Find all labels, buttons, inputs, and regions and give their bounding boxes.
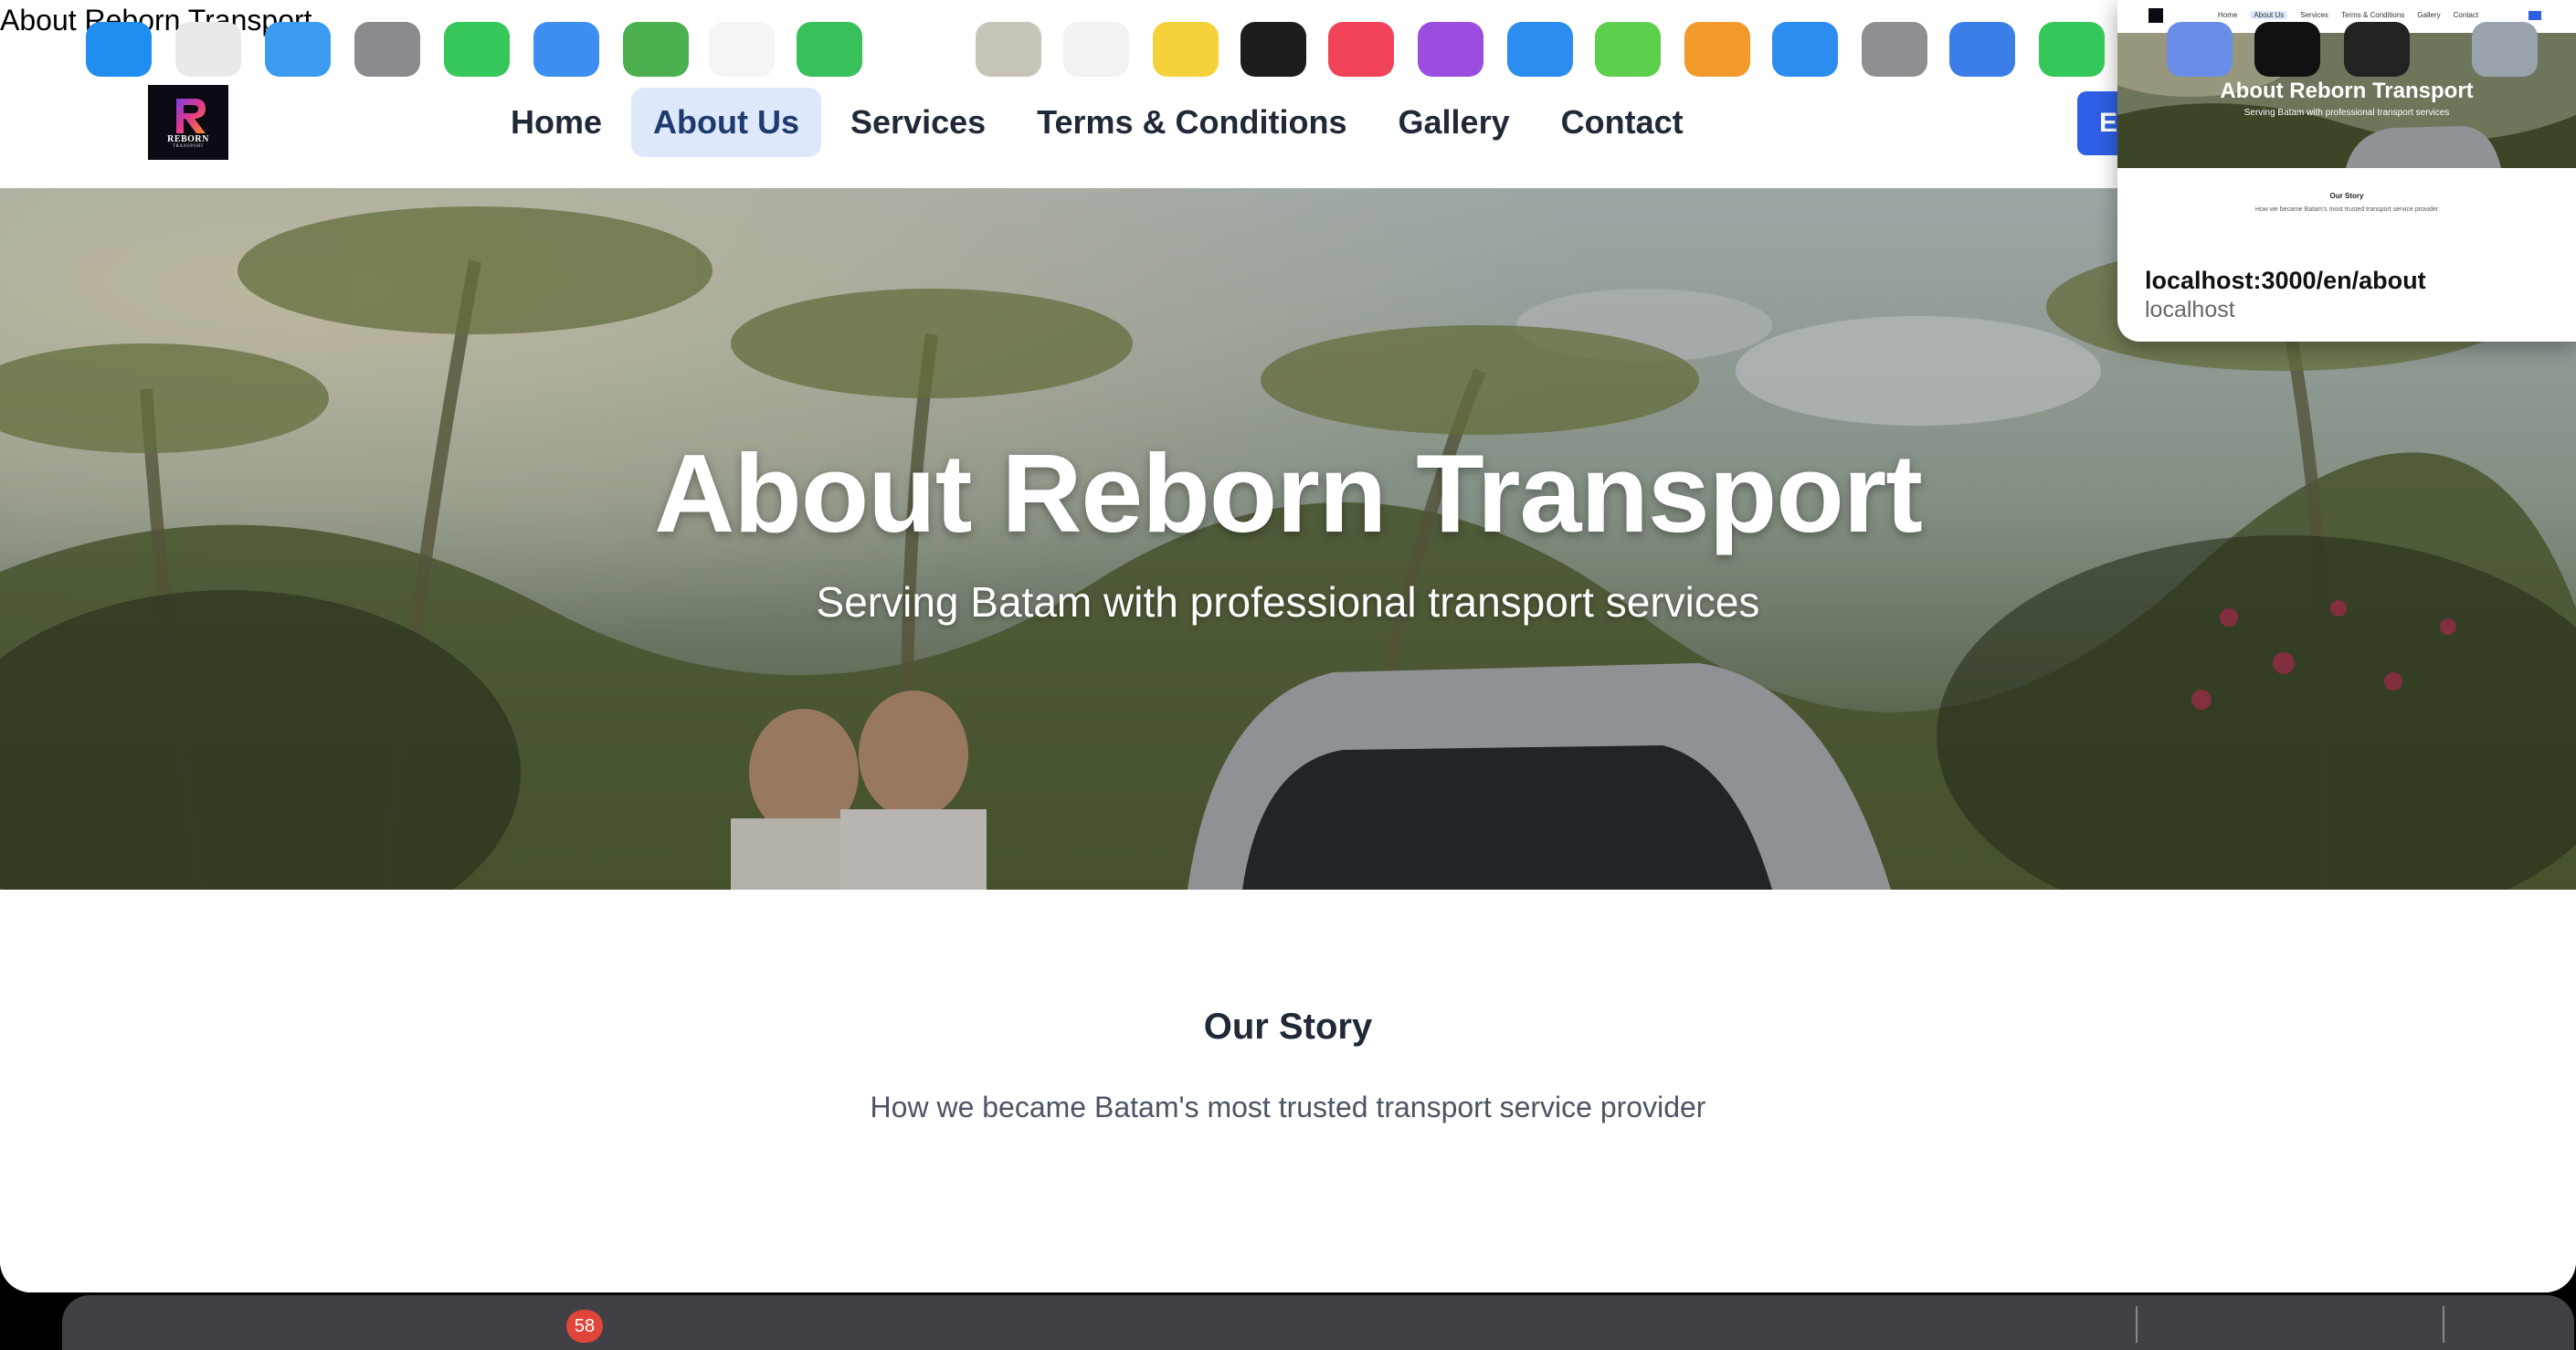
mail-badge: 58	[566, 1310, 603, 1343]
dock-separator	[2443, 1306, 2444, 1343]
nav-terms-conditions[interactable]: Terms & Conditions	[1015, 88, 1368, 157]
thumb-nav-item: Terms & Conditions	[2340, 11, 2405, 19]
numbers-icon[interactable]	[1595, 22, 1661, 77]
music-icon[interactable]	[1328, 22, 1394, 77]
site-logo[interactable]: REBORN TRANSPORT	[148, 85, 228, 160]
thumb-nav-item: Gallery	[2417, 11, 2441, 19]
pages-icon[interactable]	[1684, 22, 1750, 77]
app-icon[interactable]	[2254, 22, 2320, 77]
contacts-icon[interactable]	[976, 22, 1041, 77]
app-icon[interactable]	[354, 22, 420, 77]
tv-icon[interactable]	[1240, 22, 1306, 77]
thumb-nav-links: Home About Us Services Terms & Condition…	[2218, 11, 2478, 19]
terminal-icon[interactable]	[2344, 22, 2410, 77]
nav-services[interactable]: Services	[829, 88, 1008, 157]
thumb-hero-title: About Reborn Transport	[2220, 79, 2474, 103]
nav-gallery[interactable]: Gallery	[1377, 88, 1532, 157]
macos-dock	[62, 1295, 2574, 1350]
thumb-nav-item: Home	[2218, 11, 2238, 19]
thumb-nav-item: About Us	[2250, 11, 2288, 19]
messages-icon[interactable]	[444, 22, 510, 77]
thumb-story-text: How we became Batam's most trusted trans…	[2254, 206, 2439, 213]
notes-icon[interactable]	[1153, 22, 1219, 77]
launchpad-icon[interactable]	[175, 22, 241, 77]
app-store-icon[interactable]	[1507, 22, 1573, 77]
logo-subtext: TRANSPORT	[172, 144, 205, 149]
nav-about-us[interactable]: About Us	[631, 88, 822, 157]
facetime-icon[interactable]	[797, 22, 862, 77]
story-title: Our Story	[1203, 1007, 1373, 1047]
safari-icon[interactable]	[265, 22, 331, 77]
main-nav: Home About Us Services Terms & Condition…	[489, 88, 1705, 157]
thumb-hero-subtitle: Serving Batam with professional transpor…	[2243, 108, 2450, 118]
logo-text: REBORN	[167, 134, 209, 144]
nav-contact[interactable]: Contact	[1539, 88, 1705, 157]
podcasts-icon[interactable]	[1418, 22, 1483, 77]
whatsapp-icon[interactable]	[2039, 22, 2105, 77]
logo-r-icon	[176, 99, 206, 133]
hero-subtitle: Serving Batam with professional transpor…	[816, 578, 1760, 626]
app-icon[interactable]	[2167, 22, 2233, 77]
finder-icon[interactable]	[86, 22, 152, 77]
hero-title: About Reborn Transport	[654, 431, 1923, 555]
dock-separator	[2136, 1306, 2138, 1343]
mail-icon[interactable]	[533, 22, 599, 77]
xcode-icon[interactable]	[1949, 22, 2015, 77]
thumb-logo	[2148, 8, 2163, 23]
reminders-icon[interactable]	[1063, 22, 1129, 77]
tab-preview-url: localhost:3000/en/about	[2145, 267, 2426, 294]
keynote-icon[interactable]	[1772, 22, 1838, 77]
photos-icon[interactable]	[709, 22, 775, 77]
our-story-section: Our Story How we became Batam's most tru…	[0, 890, 2576, 1292]
trash-icon[interactable]	[2472, 22, 2538, 77]
tab-preview-host: localhost	[2145, 297, 2235, 322]
thumb-story-title: Our Story	[2329, 192, 2364, 200]
settings-icon[interactable]	[1862, 22, 1927, 77]
calendar-icon[interactable]	[886, 22, 952, 77]
thumb-cta	[2528, 11, 2541, 20]
maps-icon[interactable]	[623, 22, 689, 77]
thumb-nav-item: Services	[2300, 11, 2328, 19]
thumb-nav-item: Contact	[2453, 11, 2479, 19]
nav-home[interactable]: Home	[489, 88, 624, 157]
story-text: How we became Batam's most trusted trans…	[870, 1091, 1706, 1123]
